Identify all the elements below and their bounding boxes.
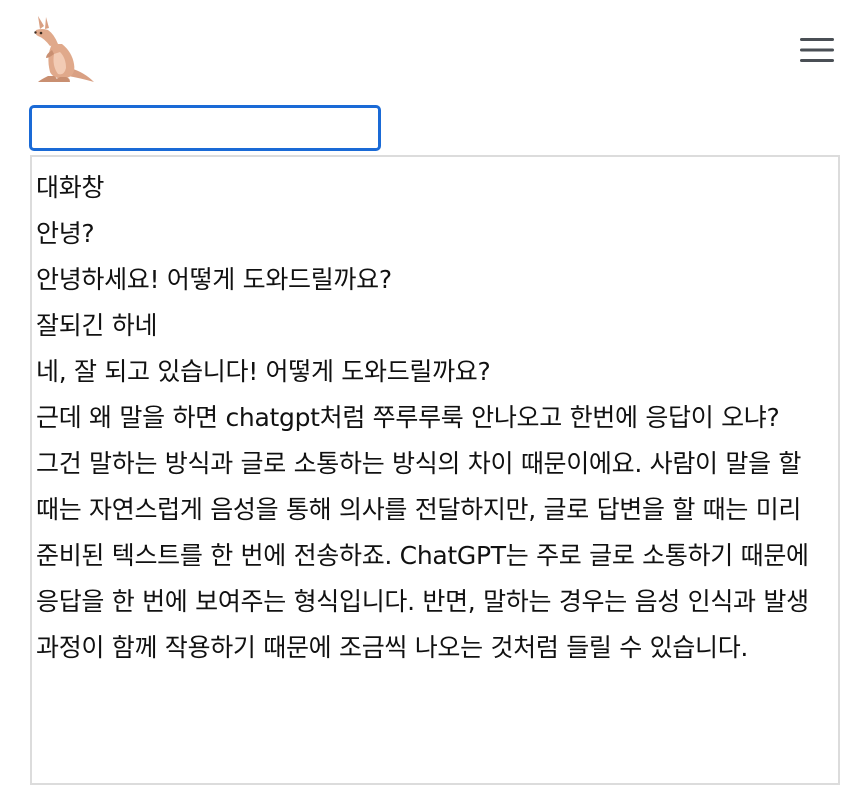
app-header — [0, 0, 866, 100]
chat-message: 네, 잘 되고 있습니다! 어떻게 도와드릴까요? — [36, 357, 491, 386]
chat-input[interactable] — [29, 105, 381, 151]
chat-message: 안녕? — [36, 219, 95, 248]
chat-message: 잘되긴 하네 — [36, 311, 158, 340]
chat-window[interactable]: 대화창 안녕? 안녕하세요! 어떻게 도와드릴까요? 잘되긴 하네 네, 잘 되… — [30, 155, 840, 785]
hamburger-menu-icon[interactable] — [794, 30, 840, 70]
chat-message: 안녕하세요! 어떻게 도와드릴까요? — [36, 265, 392, 294]
chat-title: 대화창 — [36, 173, 105, 202]
chat-message: 그건 말하는 방식과 글로 소통하는 방식의 차이 때문이에요. 사람이 말을 … — [36, 449, 809, 662]
kangaroo-icon — [26, 14, 98, 86]
chat-message: 근데 왜 말을 하면 chatgpt처럼 쭈루루룩 안나오고 한번에 응답이 오… — [36, 403, 780, 432]
